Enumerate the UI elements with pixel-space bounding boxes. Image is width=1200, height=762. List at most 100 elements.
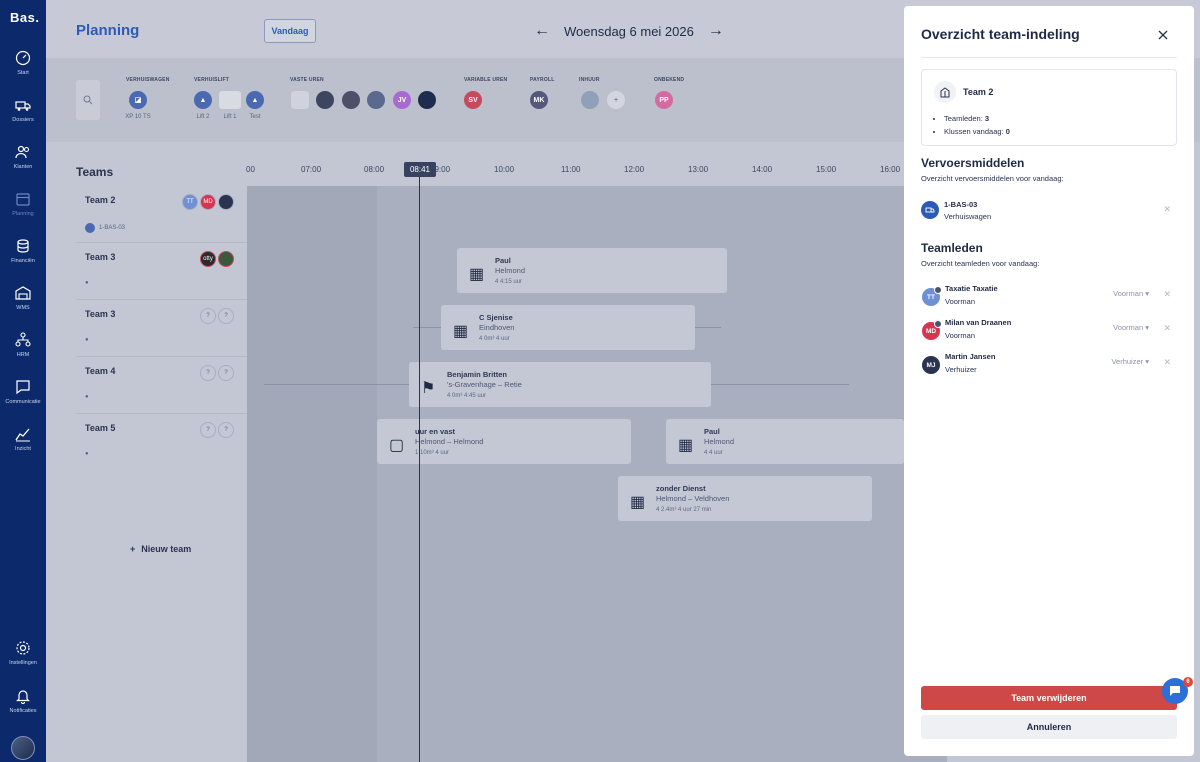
sidebar-item-communicatie[interactable]: Communicatie: [0, 379, 46, 405]
role-select[interactable]: Voorman ▾: [1113, 289, 1149, 298]
sidebar-item-financien[interactable]: Financiën: [0, 238, 46, 264]
payroll-chip[interactable]: MK: [530, 91, 548, 109]
avatar: TT: [182, 194, 198, 210]
sidebar-item-label: Start: [17, 70, 29, 76]
onbekend-chip[interactable]: PP: [655, 91, 673, 109]
team-list: Team 2 TT MD 1-BAS-03 Team 3 otty ● Team…: [76, 186, 248, 527]
time-axis: 00 07:00 08:00 09:00 10:00 11:00 12:00 1…: [246, 165, 946, 177]
time-tick: 10:00: [494, 165, 515, 174]
vehicles-subheading: Overzicht vervoersmiddelen voor vandaag:: [921, 174, 1064, 183]
teams-heading: Teams: [76, 165, 114, 179]
sidebar-item-instellingen[interactable]: Instellingen: [0, 640, 46, 666]
arrow-right-icon[interactable]: →: [708, 22, 724, 40]
users-icon: [15, 145, 30, 159]
remove-member-icon[interactable]: ✕: [1163, 357, 1171, 368]
app-logo[interactable]: Bas.: [10, 10, 39, 25]
member-name: Milan van Draanen: [945, 318, 1012, 327]
sidebar-item-label: Communicatie: [5, 399, 41, 405]
vaste-chip[interactable]: JV: [393, 91, 411, 109]
inhuur-chip[interactable]: [581, 91, 599, 109]
job-card[interactable]: ▦ zonder Dienst Helmond – Veldhoven 4 2.…: [618, 476, 872, 521]
team-name: Team 3: [85, 252, 116, 262]
divider: [921, 57, 1177, 58]
job-card[interactable]: ▢ uur en vast Helmond – Helmond 1 10m³ 4…: [377, 419, 631, 464]
sidebar-item-notificaties[interactable]: Notificaties: [0, 688, 46, 714]
job-name: Paul: [495, 256, 511, 265]
time-tick: 15:00: [816, 165, 837, 174]
team-summary-card: Team 2 Teamleden: 3 Klussen vandaag: 0: [921, 69, 1177, 146]
job-meta: 1 10m³ 4 uur: [415, 450, 450, 456]
vehicle-chip[interactable]: ◪: [129, 91, 147, 109]
job-card[interactable]: ⚑ Benjamin Britten 's-Gravenhage – Retie…: [409, 362, 711, 407]
job-card[interactable]: ▦ C Sjenise Eindhoven 4 0m³ 4 uur: [441, 305, 695, 350]
members-heading: Teamleden: [921, 241, 983, 255]
member-name: Taxatie Taxatie: [945, 284, 998, 293]
sidebar-item-dossiers[interactable]: Dossiers: [0, 97, 46, 123]
sidebar-item-start[interactable]: Start: [0, 50, 46, 76]
sidebar-item-inzicht[interactable]: Inzicht: [0, 426, 46, 452]
remove-member-icon[interactable]: ✕: [1163, 323, 1171, 334]
vaste-chip[interactable]: [342, 91, 360, 109]
vaste-chip[interactable]: [291, 91, 309, 109]
cancel-button[interactable]: Annuleren: [921, 715, 1177, 739]
team-row[interactable]: Team 2 TT MD 1-BAS-03: [76, 186, 248, 243]
group-label: VARIABLE UREN: [464, 77, 508, 83]
team-row[interactable]: Team 5 ? ? ●: [76, 414, 248, 527]
new-team-button[interactable]: + Nieuw team: [130, 544, 191, 554]
sidebar-item-hrm[interactable]: HRM: [0, 332, 46, 358]
timeline-past: [247, 186, 377, 762]
warehouse-icon: [15, 286, 31, 300]
team-stats: Teamleden: 3 Klussen vandaag: 0: [944, 113, 1010, 138]
role-select[interactable]: Voorman ▾: [1113, 323, 1149, 332]
vehicle-sub: XP 10 TS: [125, 114, 151, 120]
job-name: C Sjenise: [479, 313, 513, 322]
remove-vehicle-icon[interactable]: ✕: [1163, 204, 1171, 215]
member-name: Martin Jansen: [945, 352, 996, 361]
user-avatar[interactable]: [11, 736, 35, 760]
time-tick: 16:00: [880, 165, 901, 174]
job-location: Helmond – Helmond: [415, 437, 484, 446]
time-tick: 00: [246, 165, 255, 174]
variable-chip[interactable]: SV: [464, 91, 482, 109]
role-select[interactable]: Verhuizer ▾: [1111, 357, 1149, 366]
sidebar-item-wms[interactable]: WMS: [0, 285, 46, 311]
lift-chip[interactable]: ▲: [246, 91, 264, 109]
close-icon[interactable]: [1154, 26, 1172, 44]
lift-chip[interactable]: ▲: [194, 91, 212, 109]
today-button[interactable]: Vandaag: [264, 19, 316, 43]
add-person-icon[interactable]: +: [607, 91, 625, 109]
search-icon: [83, 95, 93, 105]
team-jobs-stat: Klussen vandaag: 0: [944, 126, 1010, 139]
sidebar-item-label: Notificaties: [9, 708, 37, 714]
sidebar-item-planning[interactable]: Planning: [0, 191, 46, 217]
vaste-chip[interactable]: [418, 91, 436, 109]
time-tick: 07:00: [301, 165, 322, 174]
calendar-icon: [16, 193, 30, 206]
group-label: PAYROLL: [530, 77, 555, 83]
job-card[interactable]: ▦ Paul Helmond 4 4 uur: [666, 419, 904, 464]
new-team-label: Nieuw team: [141, 544, 192, 554]
flag-icon: ⚑: [421, 380, 436, 397]
delete-team-button[interactable]: Team verwijderen: [921, 686, 1177, 710]
member-row: MD Milan van Draanen Voorman Voorman ▾ ✕: [921, 318, 1177, 348]
vaste-chip[interactable]: [367, 91, 385, 109]
resource-search-button[interactable]: [76, 80, 100, 120]
team-row[interactable]: Team 3 ? ? ●: [76, 300, 248, 357]
sidebar-item-klanten[interactable]: Klanten: [0, 144, 46, 170]
team-row[interactable]: Team 4 ? ? ●: [76, 357, 248, 414]
job-name: Paul: [704, 427, 720, 436]
lift-chip[interactable]: [219, 91, 241, 109]
job-name: zonder Dienst: [656, 484, 706, 493]
team-row[interactable]: Team 3 otty ●: [76, 243, 248, 300]
group-label: VERHUISLIFT: [194, 77, 229, 83]
arrow-left-icon[interactable]: ←: [534, 22, 550, 40]
unknown-vehicle-icon: ●: [85, 280, 89, 286]
team-overview-panel: Overzicht team-indeling Team 2 Teamleden…: [904, 6, 1194, 756]
remove-member-icon[interactable]: ✕: [1163, 289, 1171, 300]
unknown-vehicle-icon: ●: [85, 451, 89, 457]
chat-badge: 6: [1183, 677, 1193, 687]
date-navigator: ← Woensdag 6 mei 2026 →: [534, 22, 724, 40]
vaste-chip[interactable]: [316, 91, 334, 109]
job-meta: 4 2.4m³ 4 uur 27 min: [656, 507, 712, 513]
job-card[interactable]: ▦ Paul Helmond 4 4:15 uur: [457, 248, 727, 293]
